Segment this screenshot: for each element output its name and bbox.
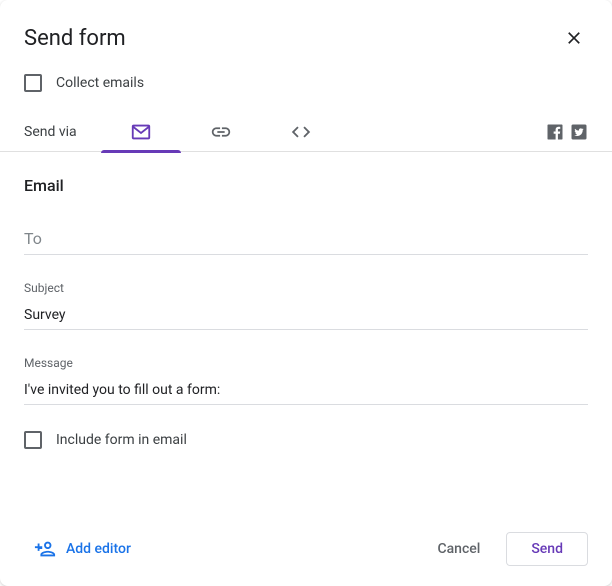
tab-link[interactable] bbox=[181, 112, 261, 152]
dialog-header: Send form bbox=[0, 24, 612, 52]
close-icon bbox=[564, 28, 584, 48]
to-input[interactable] bbox=[24, 223, 588, 255]
add-editor-button[interactable]: Add editor bbox=[24, 530, 141, 568]
tab-embed[interactable] bbox=[261, 112, 341, 152]
person-add-icon bbox=[34, 538, 56, 560]
subject-field: Subject bbox=[24, 281, 588, 330]
dialog-title: Send form bbox=[24, 26, 126, 51]
include-form-label: Include form in email bbox=[56, 432, 187, 448]
send-button[interactable]: Send bbox=[506, 532, 588, 566]
include-form-row: Include form in email bbox=[24, 431, 588, 449]
to-field bbox=[24, 223, 588, 255]
twitter-button[interactable] bbox=[570, 123, 588, 141]
close-button[interactable] bbox=[560, 24, 588, 52]
message-label: Message bbox=[24, 356, 588, 370]
subject-input[interactable] bbox=[24, 301, 588, 330]
cancel-button[interactable]: Cancel bbox=[419, 533, 498, 565]
send-form-dialog: Send form Collect emails Send via bbox=[0, 0, 612, 586]
email-content: Email Subject Message Include form in em… bbox=[0, 152, 612, 449]
subject-label: Subject bbox=[24, 281, 588, 295]
include-form-checkbox[interactable] bbox=[24, 431, 42, 449]
embed-icon bbox=[290, 121, 312, 143]
message-input[interactable] bbox=[24, 376, 588, 405]
add-editor-label: Add editor bbox=[66, 541, 131, 557]
social-share bbox=[546, 123, 588, 141]
section-title: Email bbox=[24, 176, 588, 195]
mail-icon bbox=[130, 121, 152, 143]
tab-email[interactable] bbox=[101, 112, 181, 152]
link-icon bbox=[210, 121, 232, 143]
dialog-footer: Add editor Cancel Send bbox=[0, 516, 612, 586]
facebook-button[interactable] bbox=[546, 123, 564, 141]
collect-emails-checkbox[interactable] bbox=[24, 74, 42, 92]
collect-emails-row: Collect emails bbox=[0, 74, 612, 92]
twitter-icon bbox=[570, 123, 588, 141]
collect-emails-label: Collect emails bbox=[56, 75, 144, 91]
send-via-label: Send via bbox=[24, 124, 77, 140]
send-via-tabs: Send via bbox=[0, 112, 612, 152]
message-field: Message bbox=[24, 356, 588, 405]
facebook-icon bbox=[546, 123, 564, 141]
